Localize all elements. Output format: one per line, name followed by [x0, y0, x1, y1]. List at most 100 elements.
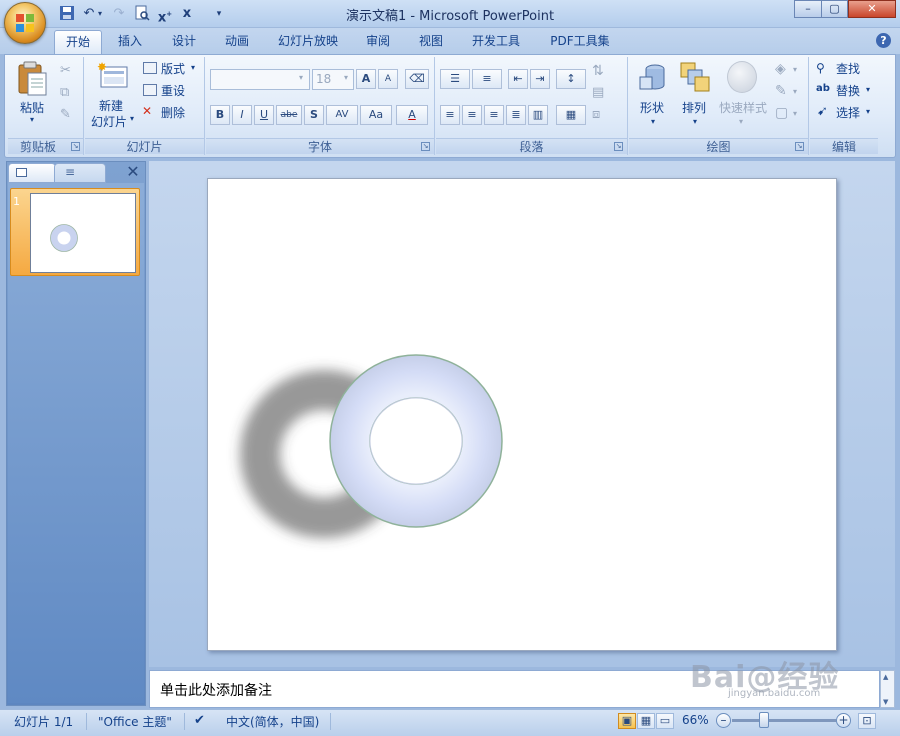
- cut-icon[interactable]: ✂: [60, 63, 71, 78]
- underline-button[interactable]: U: [254, 105, 274, 125]
- replace-dropdown-icon[interactable]: ▾: [866, 85, 870, 94]
- numbering-button[interactable]: ≡: [472, 69, 502, 89]
- slideshow-view-button[interactable]: ▭: [656, 713, 674, 729]
- slides-tab[interactable]: [8, 163, 56, 183]
- shapes-dropdown-icon[interactable]: ▾: [651, 117, 655, 126]
- columns-button[interactable]: ▦: [556, 105, 586, 125]
- zoom-level-text[interactable]: 66%: [682, 713, 709, 727]
- slide-canvas[interactable]: [207, 178, 837, 651]
- close-pane-icon[interactable]: ✕: [124, 163, 142, 181]
- language-status[interactable]: 中文(简体，中国): [226, 713, 319, 730]
- change-case-button[interactable]: Aa: [360, 105, 392, 125]
- delete-slide-icon[interactable]: ✕: [142, 105, 158, 118]
- outline-tab[interactable]: ≡: [54, 163, 106, 183]
- slide-sorter-view-button[interactable]: ▦: [637, 713, 655, 729]
- font-name-combo[interactable]: [210, 69, 310, 90]
- italic-button[interactable]: I: [232, 105, 252, 125]
- distributed-button[interactable]: ▥: [528, 105, 548, 125]
- tab-review[interactable]: 审阅: [356, 30, 400, 54]
- help-icon[interactable]: ?: [876, 33, 891, 48]
- smartart-icon[interactable]: ⧈: [592, 107, 600, 122]
- format-painter-icon[interactable]: ✎: [60, 107, 71, 122]
- arrange-button[interactable]: 排列: [682, 99, 706, 116]
- tab-view[interactable]: 视图: [409, 30, 453, 54]
- align-text-icon[interactable]: ▤: [592, 85, 604, 100]
- paste-dropdown-icon[interactable]: ▾: [30, 115, 34, 124]
- increase-indent-button[interactable]: ⇥: [530, 69, 550, 89]
- text-direction-icon[interactable]: ⇅: [592, 63, 604, 79]
- arrange-dropdown-icon[interactable]: ▾: [693, 117, 697, 126]
- zoom-out-button[interactable]: –: [716, 713, 731, 728]
- new-slide-icon[interactable]: ✸: [95, 60, 129, 93]
- copy-icon[interactable]: ⧉: [60, 85, 69, 100]
- decrease-indent-button[interactable]: ⇤: [508, 69, 528, 89]
- char-spacing-button[interactable]: AV: [326, 105, 358, 125]
- paste-button[interactable]: 粘贴: [20, 99, 44, 116]
- delete-button[interactable]: 删除: [161, 104, 185, 121]
- bold-button[interactable]: B: [210, 105, 230, 125]
- tab-design[interactable]: 设计: [162, 30, 206, 54]
- drawing-launcher-icon[interactable]: ↘: [795, 142, 804, 151]
- select-dropdown-icon[interactable]: ▾: [866, 107, 870, 116]
- arrange-icon[interactable]: [679, 61, 711, 95]
- close-button[interactable]: ✕: [848, 0, 896, 18]
- layout-icon[interactable]: [143, 62, 157, 74]
- text-shadow-button[interactable]: S: [304, 105, 324, 125]
- align-center-button[interactable]: ≡: [462, 105, 482, 125]
- strikethrough-button[interactable]: abe: [276, 105, 302, 125]
- layout-dropdown-icon[interactable]: ▾: [191, 63, 195, 72]
- align-right-button[interactable]: ≡: [484, 105, 504, 125]
- new-slide-dropdown-icon[interactable]: ▾: [130, 114, 134, 123]
- clear-format-icon[interactable]: ⌫: [405, 69, 429, 89]
- quick-styles-icon[interactable]: [727, 61, 757, 93]
- shape-fill-dropdown-icon[interactable]: ▾: [793, 65, 797, 74]
- tab-pdf-tools[interactable]: PDF工具集: [540, 30, 620, 54]
- reset-icon[interactable]: [143, 84, 157, 96]
- quick-styles-button[interactable]: 快速样式: [719, 99, 767, 116]
- quick-styles-dropdown-icon[interactable]: ▾: [739, 117, 743, 126]
- font-launcher-icon[interactable]: ↘: [421, 142, 430, 151]
- minimize-button[interactable]: –: [794, 0, 822, 18]
- clipboard-launcher-icon[interactable]: ↘: [71, 142, 80, 151]
- zoom-in-button[interactable]: +: [836, 713, 851, 728]
- bullets-button[interactable]: ☰: [440, 69, 470, 89]
- tab-insert[interactable]: 插入: [108, 30, 152, 54]
- new-slide-label-1[interactable]: 新建: [99, 97, 123, 114]
- select-button[interactable]: 选择: [836, 104, 860, 121]
- shrink-font-button[interactable]: A: [378, 69, 398, 89]
- find-button[interactable]: 查找: [836, 60, 860, 77]
- scroll-down-icon[interactable]: ▼: [883, 698, 888, 706]
- paste-icon[interactable]: [16, 61, 48, 97]
- replace-icon[interactable]: ab: [816, 83, 830, 94]
- layout-button[interactable]: 版式: [161, 60, 185, 77]
- shapes-icon[interactable]: [637, 61, 669, 95]
- paragraph-launcher-icon[interactable]: ↘: [614, 142, 623, 151]
- shape-outline-icon[interactable]: ✎: [775, 83, 787, 99]
- font-name-dropdown-icon[interactable]: ▾: [299, 73, 303, 82]
- align-left-button[interactable]: ≡: [440, 105, 460, 125]
- replace-button[interactable]: 替换: [836, 82, 860, 99]
- shape-outline-dropdown-icon[interactable]: ▾: [793, 87, 797, 96]
- fit-to-window-button[interactable]: ⊡: [858, 713, 876, 729]
- slide-thumbnail-preview[interactable]: [30, 193, 136, 273]
- zoom-slider-track[interactable]: [732, 719, 836, 722]
- font-color-button[interactable]: A: [396, 105, 428, 125]
- zoom-slider-thumb[interactable]: [759, 712, 770, 728]
- office-button[interactable]: [4, 2, 46, 44]
- tab-animations[interactable]: 动画: [215, 30, 259, 54]
- shape-effects-icon[interactable]: ▢: [775, 105, 788, 121]
- donut-shape[interactable]: [208, 179, 838, 652]
- find-icon[interactable]: ⚲: [816, 61, 825, 75]
- tab-slideshow[interactable]: 幻灯片放映: [268, 30, 348, 54]
- shape-fill-icon[interactable]: ◈: [775, 61, 786, 77]
- tab-developer[interactable]: 开发工具: [462, 30, 530, 54]
- new-slide-label-2[interactable]: 幻灯片: [91, 113, 127, 130]
- font-size-dropdown-icon[interactable]: ▾: [344, 73, 348, 82]
- line-spacing-button[interactable]: ↕: [556, 69, 586, 89]
- select-cursor-icon[interactable]: ➹: [817, 104, 828, 119]
- restore-button[interactable]: ▢: [821, 0, 848, 18]
- notes-scrollbar[interactable]: ▲ ▼: [880, 670, 895, 708]
- reset-button[interactable]: 重设: [161, 82, 185, 99]
- normal-view-button[interactable]: ▣: [618, 713, 636, 729]
- shape-effects-dropdown-icon[interactable]: ▾: [793, 109, 797, 118]
